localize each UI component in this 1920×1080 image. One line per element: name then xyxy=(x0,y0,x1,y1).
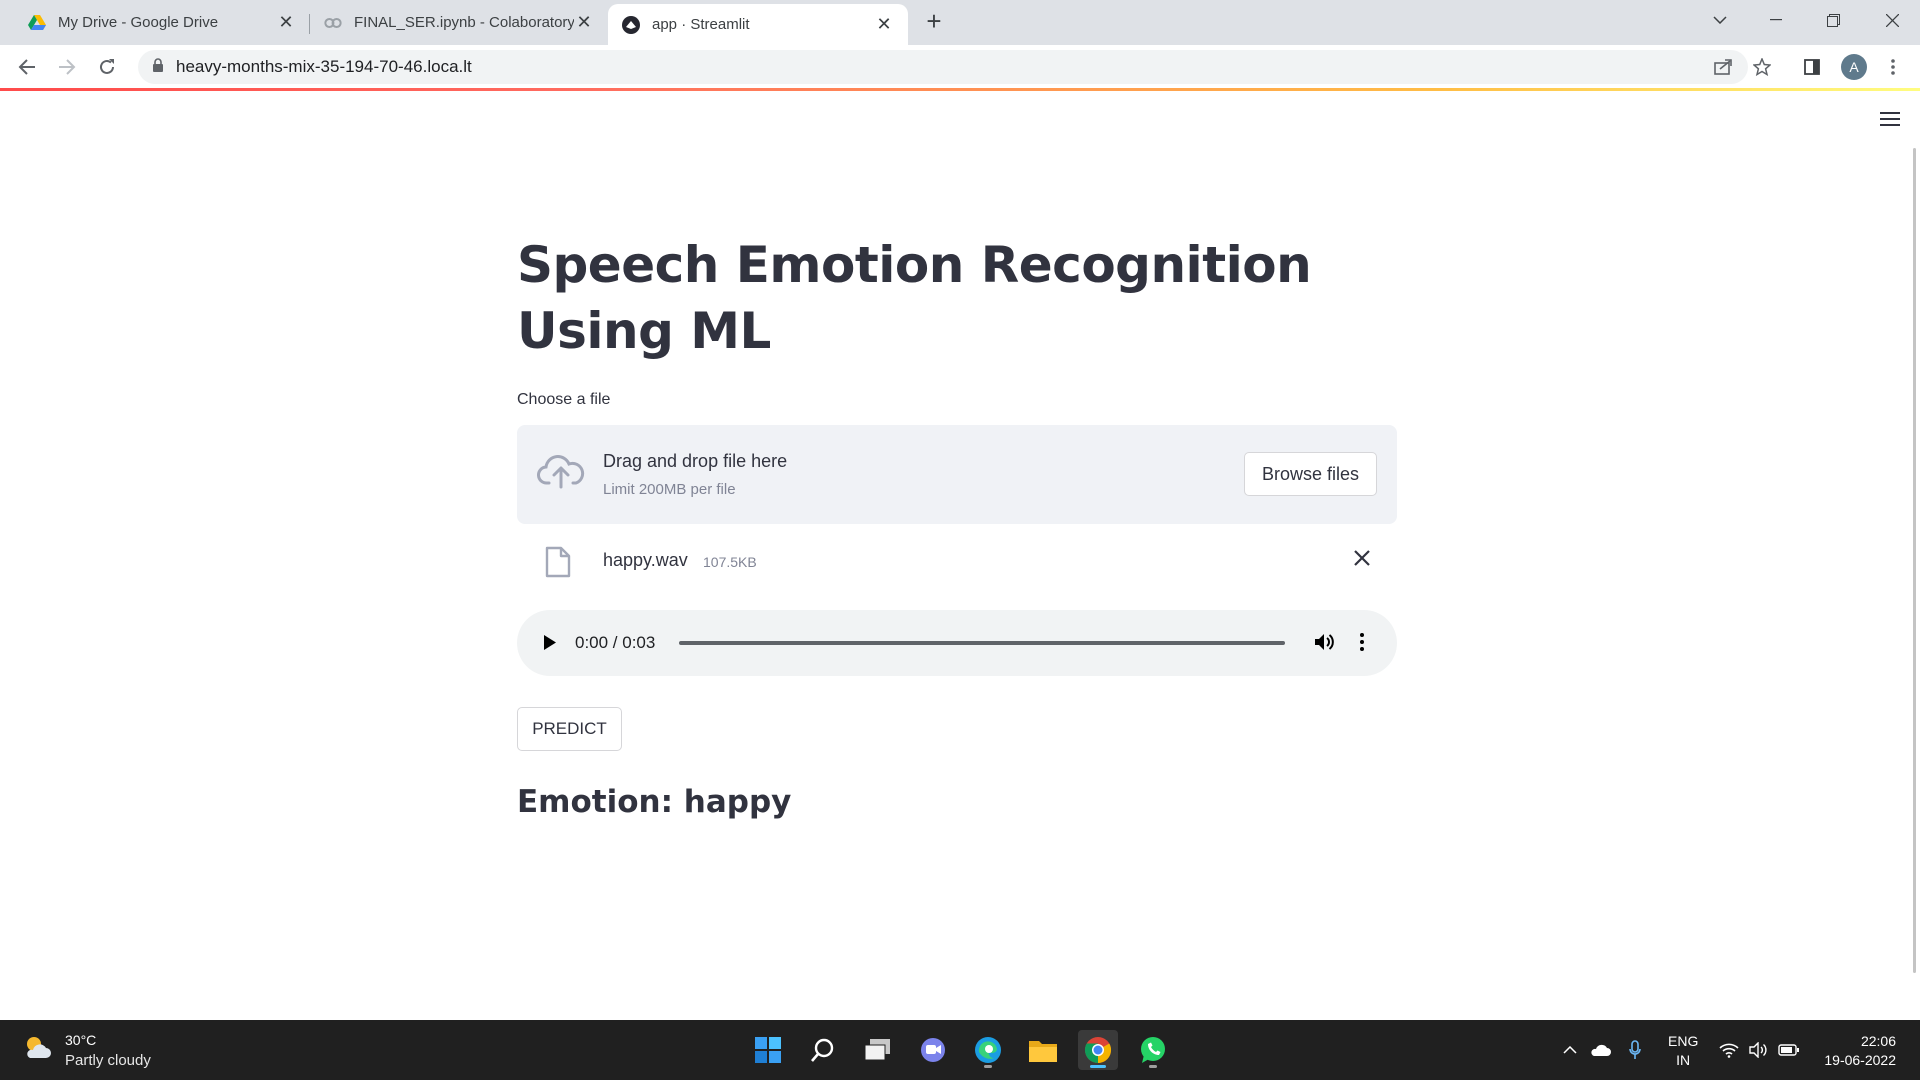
onedrive-cloud-icon[interactable] xyxy=(1588,1040,1612,1060)
windows-start-icon[interactable] xyxy=(748,1030,788,1070)
edge-browser-icon[interactable] xyxy=(968,1030,1008,1070)
profile-avatar[interactable]: A xyxy=(1841,54,1867,80)
running-indicator xyxy=(984,1065,992,1068)
browser-toolbar: heavy-months-mix-35-194-70-46.loca.lt A xyxy=(0,45,1920,89)
close-tab-icon[interactable]: ✕ xyxy=(874,14,894,35)
audio-time: 0:00 / 0:03 xyxy=(575,633,656,652)
lock-icon[interactable] xyxy=(152,57,164,77)
task-view-icon[interactable] xyxy=(858,1030,898,1070)
tab-title: app · Streamlit xyxy=(652,16,750,33)
close-tab-icon[interactable]: ✕ xyxy=(276,12,296,33)
bookmark-star-icon[interactable] xyxy=(1749,55,1775,79)
audio-options-icon[interactable] xyxy=(1360,632,1364,657)
partly-cloudy-icon[interactable] xyxy=(22,1032,52,1067)
clock-date: 19-06-2022 xyxy=(1824,1052,1896,1068)
page-title: Speech Emotion Recognition Using ML xyxy=(517,236,1312,360)
share-icon[interactable] xyxy=(1710,55,1736,79)
browse-files-button[interactable]: Browse files xyxy=(1244,452,1377,496)
system-clock[interactable]: 22:06 19-06-2022 xyxy=(1816,1032,1896,1070)
browser-menu-icon[interactable] xyxy=(1880,55,1906,79)
minimize-icon[interactable] xyxy=(1748,0,1804,40)
emotion-result: Emotion: happy xyxy=(517,784,792,820)
active-app-indicator xyxy=(1090,1065,1106,1068)
file-name: happy.wav xyxy=(603,550,688,570)
chevron-up-icon[interactable] xyxy=(1560,1040,1580,1060)
tab-streamlit-app[interactable]: app · Streamlit ✕ xyxy=(608,4,908,45)
file-icon xyxy=(545,546,571,583)
streamlit-header-stripe xyxy=(0,88,1920,91)
tab-google-drive[interactable]: My Drive - Google Drive ✕ xyxy=(14,4,310,41)
app-menu-icon[interactable] xyxy=(1880,111,1900,132)
uploaded-file-item: happy.wav 107.5KB xyxy=(517,542,1397,582)
tab-title: My Drive - Google Drive xyxy=(58,14,219,31)
file-uploader-label: Choose a file xyxy=(517,391,611,408)
browser-tab-strip: My Drive - Google Drive ✕ FINAL_SER.ipyn… xyxy=(0,0,1920,45)
restore-icon[interactable] xyxy=(1805,0,1861,40)
back-arrow-icon[interactable] xyxy=(13,55,41,79)
tab-title: FINAL_SER.ipynb - Colaboratory xyxy=(354,14,574,31)
play-icon[interactable] xyxy=(543,634,557,656)
dropzone-limit: Limit 200MB per file xyxy=(603,481,736,498)
google-drive-icon xyxy=(28,14,46,32)
remove-file-icon[interactable] xyxy=(1353,547,1371,573)
running-indicator xyxy=(1149,1065,1157,1068)
volume-icon[interactable] xyxy=(1313,631,1335,658)
reload-icon[interactable] xyxy=(93,55,121,79)
dropzone-instructions: Drag and drop file here xyxy=(603,451,788,471)
tab-search-icon[interactable] xyxy=(1692,0,1748,40)
file-explorer-icon[interactable] xyxy=(1023,1030,1063,1070)
file-dropzone[interactable]: Drag and drop file here Limit 200MB per … xyxy=(517,425,1397,524)
forward-arrow-icon[interactable] xyxy=(53,55,81,79)
speaker-icon[interactable] xyxy=(1748,1040,1770,1060)
input-language[interactable]: ENG IN xyxy=(1668,1032,1698,1070)
region-code: IN xyxy=(1676,1052,1691,1068)
teams-chat-icon[interactable] xyxy=(913,1030,953,1070)
wifi-icon[interactable] xyxy=(1718,1040,1740,1060)
file-size: 107.5KB xyxy=(703,554,757,570)
cloud-upload-icon xyxy=(537,453,585,494)
close-tab-icon[interactable]: ✕ xyxy=(574,12,594,33)
chrome-browser-icon[interactable] xyxy=(1078,1030,1118,1070)
side-panel-icon[interactable] xyxy=(1799,55,1825,79)
address-bar[interactable]: heavy-months-mix-35-194-70-46.loca.lt xyxy=(138,50,1748,84)
streamlit-icon xyxy=(622,15,640,34)
language-code: ENG xyxy=(1668,1033,1699,1049)
taskbar: 30°C Partly cloudy ENG IN 22:06 19-06-20… xyxy=(0,1020,1920,1080)
url-text[interactable]: heavy-months-mix-35-194-70-46.loca.lt xyxy=(176,57,472,77)
audio-seek-bar[interactable] xyxy=(679,641,1285,645)
page-scrollbar[interactable] xyxy=(1913,148,1916,973)
weather-description[interactable]: Partly cloudy xyxy=(65,1052,151,1069)
predict-button[interactable]: PREDICT xyxy=(517,707,622,751)
search-icon[interactable] xyxy=(803,1030,843,1070)
weather-temperature[interactable]: 30°C xyxy=(65,1032,96,1048)
colab-icon xyxy=(324,14,342,32)
tab-colaboratory[interactable]: FINAL_SER.ipynb - Colaboratory ✕ xyxy=(310,4,608,41)
audio-player: 0:00 / 0:03 xyxy=(517,610,1397,676)
whatsapp-icon[interactable] xyxy=(1133,1030,1173,1070)
close-window-icon[interactable] xyxy=(1864,0,1920,40)
microphone-icon[interactable] xyxy=(1625,1040,1645,1060)
new-tab-button[interactable]: + xyxy=(918,8,950,34)
battery-icon[interactable] xyxy=(1778,1040,1800,1060)
clock-time: 22:06 xyxy=(1860,1033,1896,1049)
